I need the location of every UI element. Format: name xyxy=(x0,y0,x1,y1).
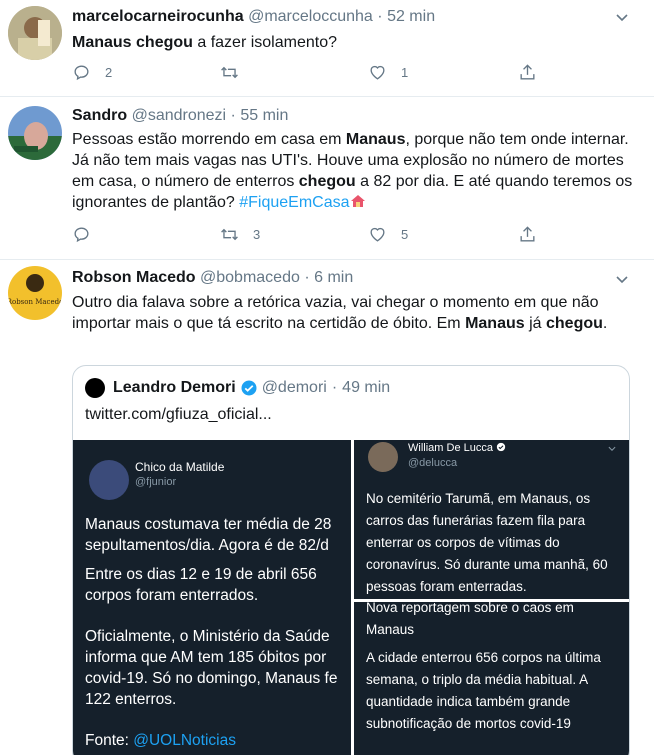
tweet[interactable]: marcelocarneirocunha @marceloccunha · 52… xyxy=(0,0,654,97)
keyword: chegou xyxy=(298,173,356,190)
chevron-down-icon[interactable] xyxy=(614,10,630,26)
display-name[interactable]: Robson Macedo xyxy=(72,269,196,286)
avatar[interactable]: Robson Macedo xyxy=(8,266,62,320)
reply-button[interactable]: 2 xyxy=(72,62,112,82)
tweet-header: Robson Macedo @bobmacedo · 6 min xyxy=(72,269,353,287)
display-name[interactable]: marcelocarneirocunha xyxy=(72,8,244,25)
screenshot-name: William De Lucca xyxy=(408,442,506,454)
timestamp[interactable]: 52 min xyxy=(387,8,435,25)
display-name[interactable]: Sandro xyxy=(72,107,127,124)
timestamp[interactable]: 49 min xyxy=(342,379,390,397)
screenshot-handle: @delucca xyxy=(408,457,458,469)
like-count: 1 xyxy=(401,64,409,80)
share-button[interactable] xyxy=(518,62,537,82)
text-span: já xyxy=(524,315,546,332)
screenshot-right-bottom-panel: Nova reportagem sobre o caos em Manaus A… xyxy=(354,602,629,755)
tweet[interactable]: Sandro @sandronezi · 55 min Pessoas estã… xyxy=(0,97,654,260)
retweet-count: 3 xyxy=(253,226,261,242)
screenshot-paragraph: No cemitério Tarumã, em Manaus, os carro… xyxy=(366,491,608,594)
like-button[interactable]: 5 xyxy=(368,224,408,244)
quoted-tweet[interactable]: Leandro Demori @demori · 49 min twitter.… xyxy=(72,365,630,755)
avatar[interactable] xyxy=(85,378,105,398)
text-span: . xyxy=(602,315,608,332)
reply-button[interactable] xyxy=(72,224,105,244)
screenshot-paragraph: Manaus costumava ter média de 28 sepulta… xyxy=(85,516,332,554)
display-name[interactable]: Leandro Demori xyxy=(113,379,236,397)
avatar-logo-text: Robson Macedo xyxy=(8,298,62,306)
timestamp[interactable]: 55 min xyxy=(240,107,288,124)
separator: · xyxy=(304,269,310,286)
handle[interactable]: @sandronezi xyxy=(132,107,227,124)
screenshot-source: Fonte: @UOLNoticias xyxy=(85,732,236,750)
tweet-actions: 3 5 xyxy=(72,224,552,244)
like-button[interactable]: 1 xyxy=(368,62,408,82)
heart-icon xyxy=(370,227,385,242)
tweet-header: marcelocarneirocunha @marceloccunha · 52… xyxy=(72,8,435,26)
timestamp[interactable]: 6 min xyxy=(314,269,353,286)
tweet-text: Manaus chegou a fazer isolamento? xyxy=(72,32,642,53)
reply-count: 2 xyxy=(105,64,113,80)
avatar xyxy=(89,460,129,500)
avatar[interactable] xyxy=(8,106,62,160)
like-count: 5 xyxy=(401,226,409,242)
retweet-button[interactable]: 3 xyxy=(220,224,260,244)
house-emoji-icon xyxy=(350,195,365,207)
text-span: a fazer isolamento? xyxy=(192,34,337,51)
chevron-down-icon[interactable] xyxy=(614,272,630,288)
share-icon xyxy=(520,225,535,242)
screenshot-name: Chico da Matilde xyxy=(135,460,225,474)
separator: · xyxy=(377,8,383,25)
keyword: Manaus chegou xyxy=(72,34,193,51)
heart-icon xyxy=(370,65,385,80)
avatar[interactable] xyxy=(8,6,62,60)
share-button[interactable] xyxy=(518,224,537,244)
quoted-tweet-header: Leandro Demori @demori · 49 min xyxy=(85,378,390,398)
screenshot-paragraph: Entre os dias 12 e 19 de abril 656 corpo… xyxy=(85,566,317,604)
screenshot-handle: @fjunior xyxy=(135,476,177,488)
chevron-down-icon xyxy=(608,446,616,451)
handle[interactable]: @bobmacedo xyxy=(200,269,300,286)
embedded-screenshot[interactable]: Chico da Matilde @fjunior Manaus costuma… xyxy=(73,440,629,755)
screenshot-paragraph: A cidade enterrou 656 corpos na última s… xyxy=(366,650,601,731)
text-span: Pessoas estão morrendo em casa em xyxy=(72,131,346,148)
source-link: @UOLNoticias xyxy=(133,732,236,749)
tweet-text: Pessoas estão morrendo em casa em Manaus… xyxy=(72,129,642,213)
retweet-icon xyxy=(221,228,238,240)
verified-badge-icon xyxy=(241,380,257,396)
separator: · xyxy=(331,379,338,396)
retweet-button[interactable] xyxy=(220,62,253,82)
tweet-header: Sandro @sandronezi · 55 min xyxy=(72,107,288,125)
keyword: Manaus xyxy=(465,315,525,332)
reply-icon xyxy=(74,64,89,80)
handle[interactable]: @demori xyxy=(262,379,327,397)
quoted-tweet-link[interactable]: twitter.com/gfiuza_oficial... xyxy=(85,406,272,424)
screenshot-left-panel: Chico da Matilde @fjunior Manaus costuma… xyxy=(73,440,351,755)
tweet-actions: 2 1 xyxy=(72,62,552,82)
screenshot-paragraph: Nova reportagem sobre o caos em Manaus xyxy=(366,602,574,637)
avatar xyxy=(368,442,398,472)
tweet-text: Outro dia falava sobre a retórica vazia,… xyxy=(72,292,642,334)
screenshot-right-top-panel: William De Lucca @delucca No cemitério T… xyxy=(354,440,629,599)
retweet-icon xyxy=(221,66,238,78)
screenshot-paragraph: Oficialmente, o Ministério da Saúde info… xyxy=(85,628,338,708)
hashtag-link[interactable]: #FiqueEmCasa xyxy=(239,194,349,211)
keyword: chegou xyxy=(546,315,603,332)
verified-badge-icon xyxy=(496,442,506,452)
source-label: Fonte: xyxy=(85,732,134,749)
screenshot-name-text: William De Lucca xyxy=(408,442,493,454)
share-icon xyxy=(520,63,535,80)
reply-icon xyxy=(74,226,89,242)
separator: · xyxy=(230,107,236,124)
handle[interactable]: @marceloccunha xyxy=(248,8,373,25)
keyword: Manaus xyxy=(345,131,406,148)
